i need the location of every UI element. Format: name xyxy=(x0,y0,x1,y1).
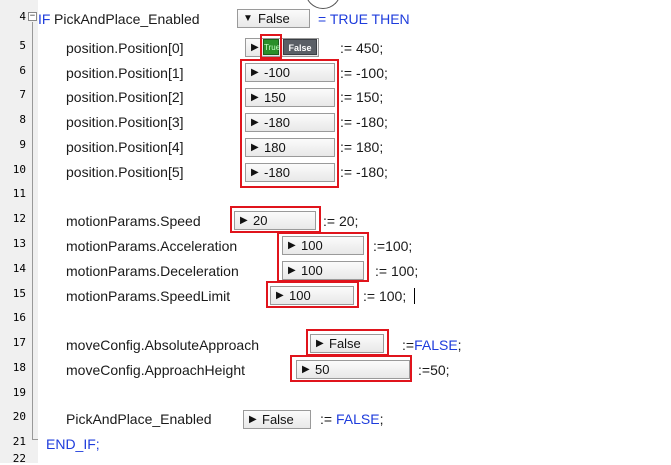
line-number: 15 xyxy=(12,287,26,300)
line-number: 18 xyxy=(12,361,26,374)
motion-acceleration-assign: :=100; xyxy=(373,238,413,254)
final-enabled-assign: := FALSE; xyxy=(320,410,383,428)
final-enabled-dropdown[interactable]: ▶ False xyxy=(243,410,311,429)
line-number: 12 xyxy=(12,212,26,225)
line-number: 14 xyxy=(12,262,26,275)
motion-speed-label: motionParams.Speed xyxy=(66,213,201,229)
position-1-assign: := -100; xyxy=(340,65,388,81)
position-2-assign: := 150; xyxy=(340,89,384,105)
field-value: False xyxy=(262,412,294,427)
text-cursor xyxy=(414,288,415,304)
statement-terminator: ; xyxy=(379,411,384,427)
highlight-box xyxy=(240,59,339,188)
line-number: 10 xyxy=(12,163,26,176)
collapse-block-icon[interactable]: − xyxy=(28,12,37,21)
motion-speedlimit-assign: := 100; xyxy=(363,288,407,304)
line-number: 11 xyxy=(12,187,26,200)
line-number: 17 xyxy=(12,336,26,349)
position-1-label: position.Position[1] xyxy=(66,65,184,81)
position-3-assign: := -180; xyxy=(340,114,388,130)
line-number: 20 xyxy=(12,410,26,423)
motion-acceleration-label: motionParams.Acceleration xyxy=(66,238,238,254)
toggle-false-button[interactable]: False xyxy=(283,39,317,55)
move-absolute-assign: :=FALSE; xyxy=(402,336,462,354)
highlight-box xyxy=(290,355,412,382)
highlight-box xyxy=(260,34,282,59)
position-4-assign: := 180; xyxy=(340,139,384,155)
position-3-label: position.Position[3] xyxy=(66,114,184,130)
position-5-label: position.Position[5] xyxy=(66,164,184,180)
motion-deceleration-assign: := 100; xyxy=(375,263,419,279)
line-number: 6 xyxy=(19,64,26,77)
highlight-box xyxy=(277,232,369,282)
line-number: 9 xyxy=(19,138,26,151)
false-keyword: FALSE xyxy=(414,337,458,353)
assign-operator: := xyxy=(402,337,415,353)
enabled-value-dropdown[interactable]: ▼ False xyxy=(237,9,310,28)
if-variable: PickAndPlace_Enabled xyxy=(54,11,200,27)
line-number: 22 xyxy=(12,452,26,465)
position-2-label: position.Position[2] xyxy=(66,89,184,105)
fold-guide-line xyxy=(32,22,33,440)
line-number: 21 xyxy=(12,435,26,448)
line-number: 16 xyxy=(12,311,26,324)
assign-operator: := xyxy=(320,411,333,427)
false-keyword: FALSE xyxy=(335,411,380,427)
end-if-keyword: END_IF; xyxy=(46,436,100,452)
highlight-box xyxy=(306,329,389,356)
position-0-label: position.Position[0] xyxy=(66,40,184,56)
position-0-assign: := 450; xyxy=(340,40,384,56)
move-height-label: moveConfig.ApproachHeight xyxy=(66,362,245,378)
if-condition-tail: = TRUE THEN xyxy=(318,11,410,27)
position-5-assign: := -180; xyxy=(340,164,388,180)
position-4-label: position.Position[4] xyxy=(66,139,184,155)
line-number: 5 xyxy=(19,39,26,52)
motion-speedlimit-label: motionParams.SpeedLimit xyxy=(66,288,231,304)
line-number: 19 xyxy=(12,386,26,399)
play-arrow-icon: ▶ xyxy=(251,42,259,53)
line-number: 13 xyxy=(12,237,26,250)
line-number: 4 xyxy=(19,10,26,23)
statement-terminator: ; xyxy=(457,337,462,353)
dropdown-arrow-icon: ▼ xyxy=(243,13,253,24)
line-number: 7 xyxy=(19,88,26,101)
motion-deceleration-label: motionParams.Deceleration xyxy=(66,263,239,279)
if-keyword: IF xyxy=(38,11,51,27)
motion-speed-assign: := 20; xyxy=(323,213,359,229)
line-number: 8 xyxy=(19,113,26,126)
highlight-box xyxy=(230,206,321,233)
move-absolute-label: moveConfig.AbsoluteApproach xyxy=(66,337,260,353)
move-height-assign: :=50; xyxy=(418,362,450,378)
play-arrow-icon: ▶ xyxy=(249,414,257,425)
dropdown-value: False xyxy=(258,11,290,26)
highlight-box xyxy=(266,281,359,308)
final-enabled-label: PickAndPlace_Enabled xyxy=(66,411,212,427)
